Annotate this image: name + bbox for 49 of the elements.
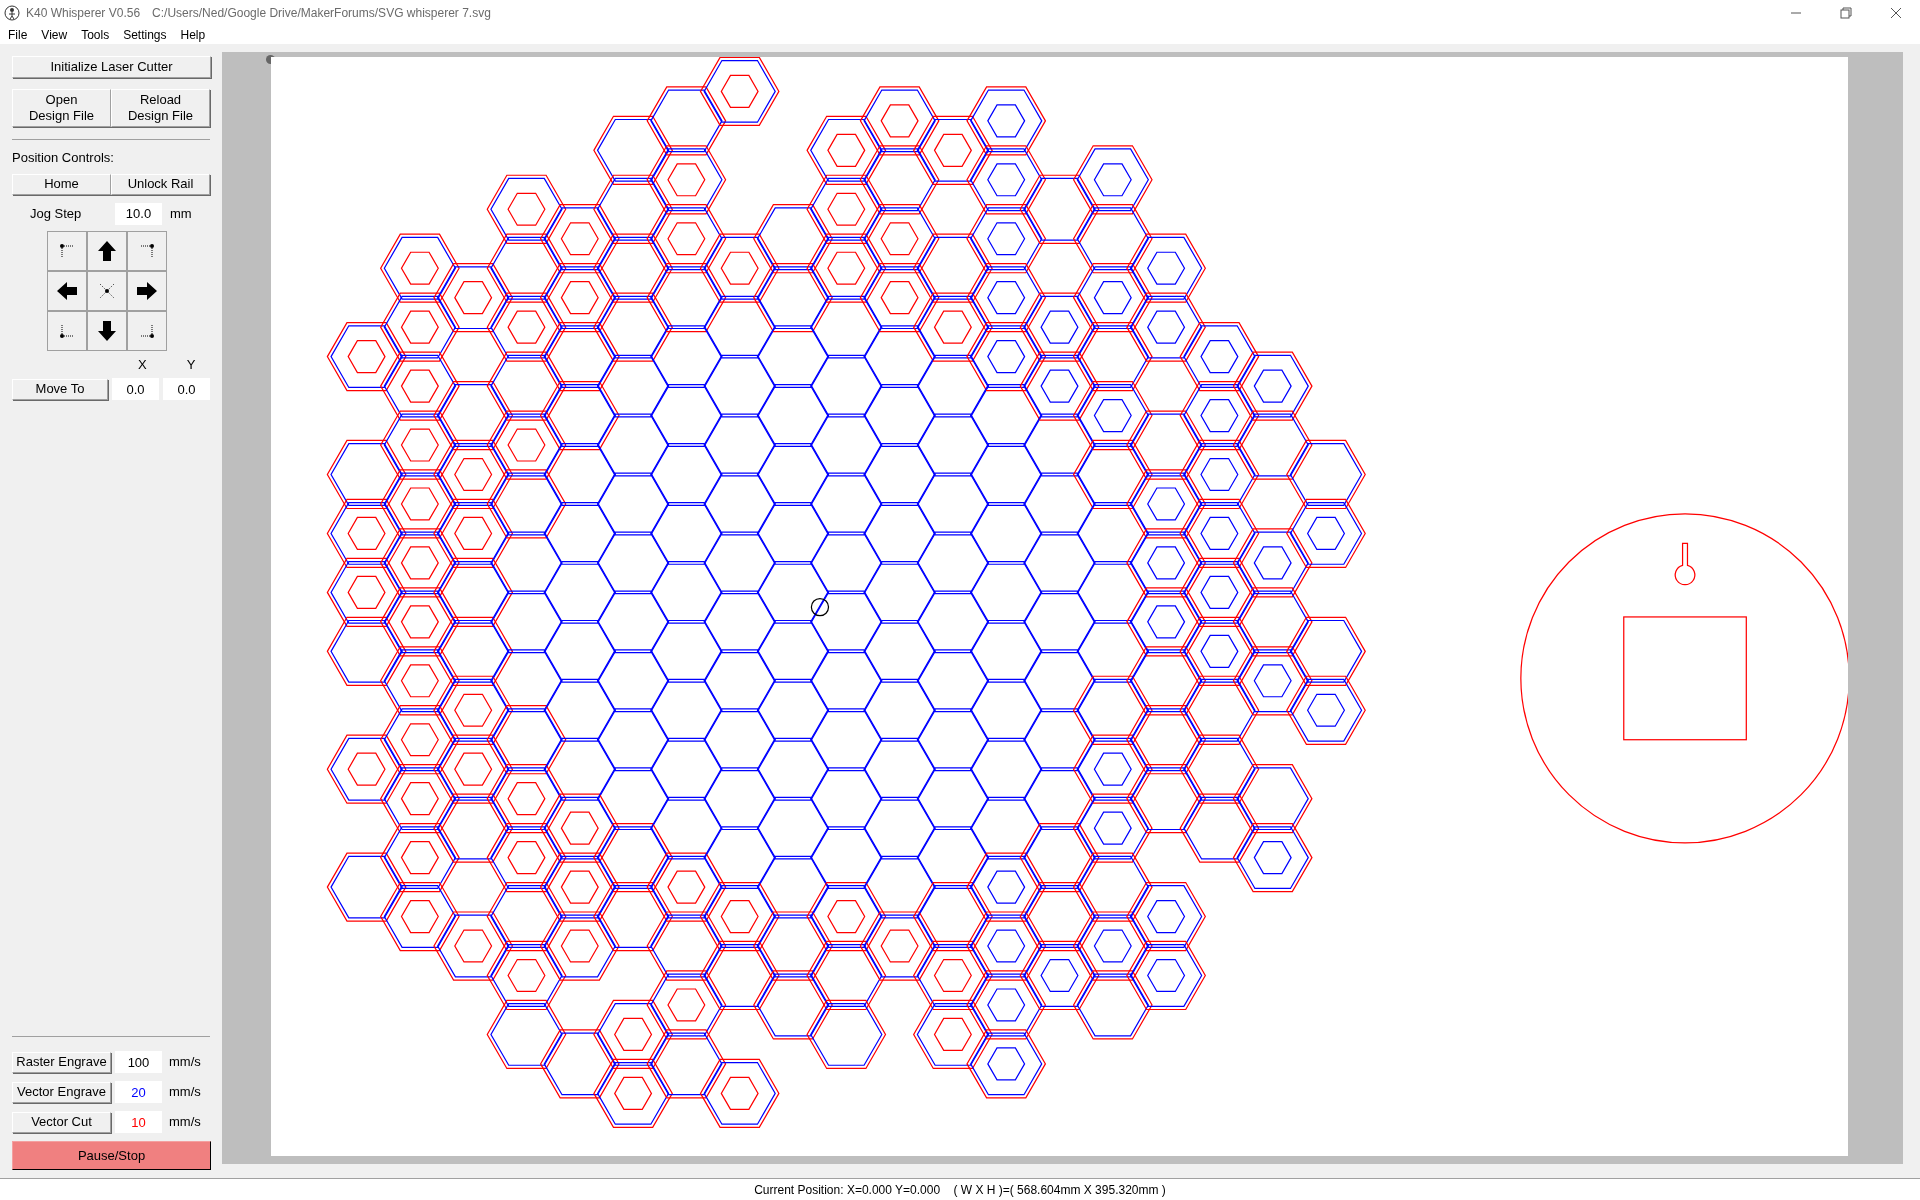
unit-label: mm/s	[169, 1083, 201, 1102]
menu-item[interactable]: View	[41, 26, 68, 44]
menu-item[interactable]: File	[8, 26, 28, 44]
position-button[interactable]: Unlock Rail	[111, 173, 210, 195]
home-target-icon	[99, 282, 115, 299]
position-button[interactable]: Home	[12, 173, 111, 195]
initialize-button[interactable]: Initialize Laser Cutter	[12, 56, 211, 78]
origin-marker-icon	[810, 597, 830, 617]
speed-field[interactable]: 100	[115, 1051, 162, 1073]
right-arrow-icon	[137, 281, 157, 300]
speed-button[interactable]: Raster Engrave	[12, 1051, 111, 1073]
design-file-button[interactable]: Open Design File	[12, 89, 111, 127]
menu-item[interactable]: Tools	[81, 26, 110, 44]
down-arrow-icon	[98, 320, 116, 341]
unit-label: mm	[170, 204, 192, 223]
close-icon[interactable]	[1890, 7, 1902, 19]
restore-icon[interactable]	[1840, 7, 1852, 19]
jog-step-field[interactable]: 10.0	[115, 202, 162, 225]
unit-label: mm/s	[169, 1053, 201, 1072]
speed-button[interactable]: Vector Engrave	[12, 1081, 111, 1103]
up-arrow-icon	[98, 240, 116, 261]
menu-item[interactable]: Settings	[123, 26, 167, 44]
file-path: C:/Users/Ned/Google Drive/MakerForums/SVG whisperer 7.svg	[152, 5, 491, 22]
window-title: K40 Whisperer V0.56	[26, 5, 141, 22]
jog-button[interactable]	[127, 270, 167, 311]
corner-icon	[139, 322, 155, 339]
x-field[interactable]: 0.0	[112, 378, 159, 400]
unit-label: mm/s	[169, 1113, 201, 1132]
app-logo-icon	[4, 5, 20, 21]
jog-button[interactable]	[87, 230, 127, 271]
jog-button[interactable]	[87, 310, 127, 351]
x-label: X	[138, 355, 147, 374]
left-arrow-icon	[57, 281, 77, 300]
y-label: Y	[186, 355, 196, 374]
y-field[interactable]: 0.0	[163, 378, 210, 400]
move-to-button[interactable]: Move To	[12, 378, 108, 400]
jog-button[interactable]	[47, 270, 87, 311]
design-file-button[interactable]: Reload Design File	[111, 89, 210, 127]
speed-field[interactable]: 20	[115, 1081, 162, 1103]
status-text: Current Position: X=0.000 Y=0.000 ( W X H )=( 568.604mm X 395.320mm )	[754, 1181, 1166, 1199]
corner-icon	[59, 322, 75, 339]
speed-field[interactable]: 10	[115, 1111, 162, 1133]
menu-item[interactable]: Help	[180, 26, 206, 44]
corner-icon	[139, 242, 155, 259]
jog-step-label: Jog Step	[29, 204, 83, 223]
pause-stop-button[interactable]: Pause/Stop	[12, 1141, 211, 1170]
corner-icon	[59, 242, 75, 259]
section-heading: Position Controls:	[12, 149, 115, 167]
speed-button[interactable]: Vector Cut	[12, 1111, 111, 1133]
